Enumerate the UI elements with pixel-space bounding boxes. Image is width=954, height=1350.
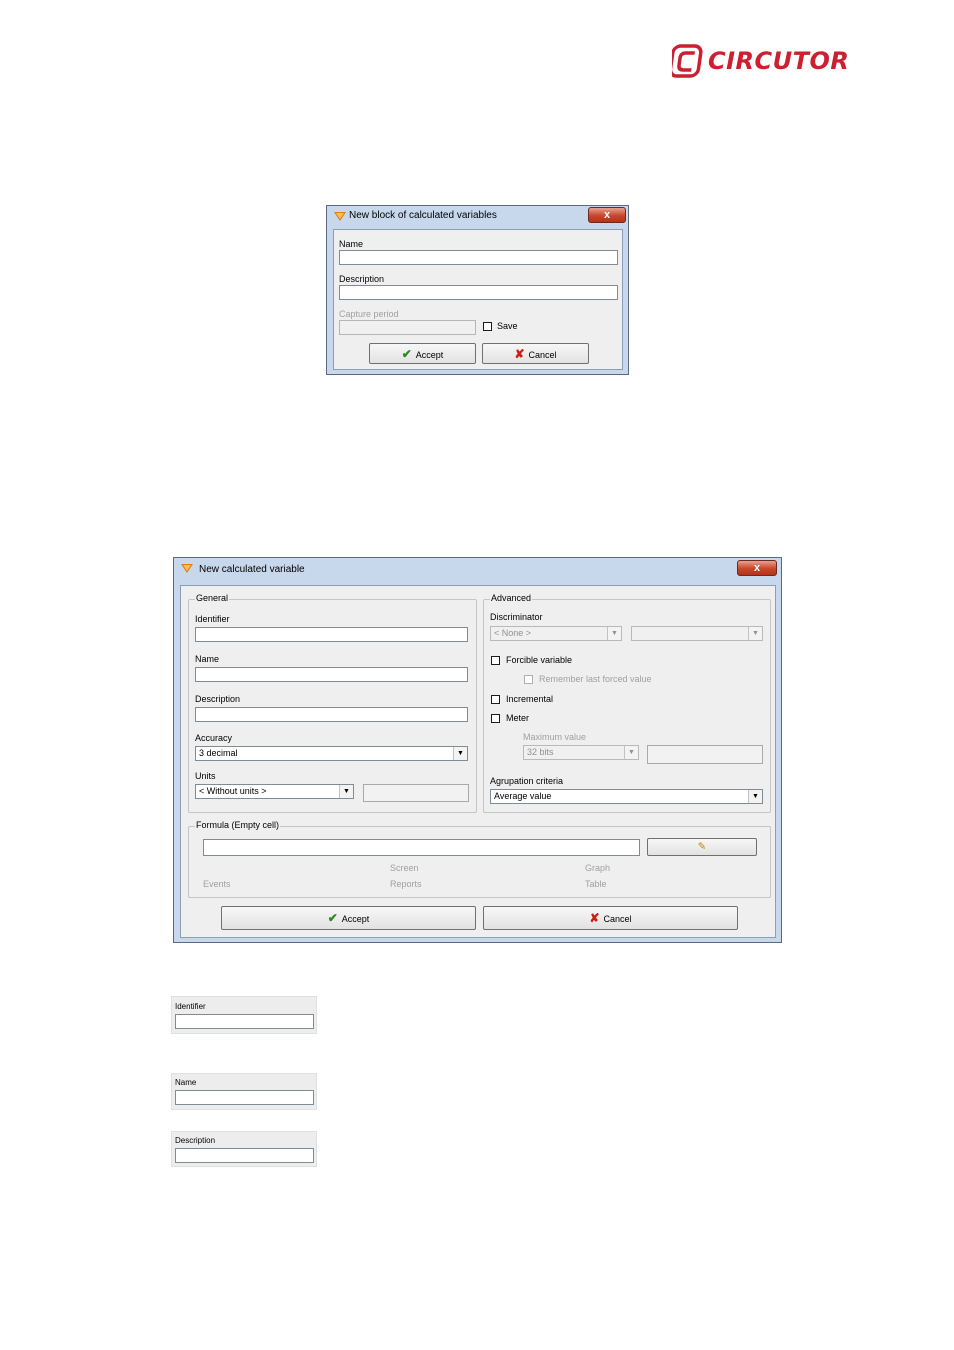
remember-forced-label: Remember last forced value (539, 674, 652, 684)
identifier-label: Identifier (195, 614, 230, 624)
cancel-button[interactable]: ✘ Cancel (482, 343, 589, 364)
cancel-label: Cancel (603, 914, 632, 924)
checkmark-icon: ✔ (401, 346, 412, 361)
cross-icon: ✘ (514, 346, 525, 361)
description-label: Description (175, 1136, 216, 1145)
name-input[interactable] (175, 1090, 314, 1105)
name-input[interactable] (195, 667, 468, 682)
maximum-value-input[interactable] (647, 745, 763, 764)
close-button[interactable]: x (588, 207, 626, 223)
units-value: < Without units > (199, 786, 267, 796)
discriminator-value: < None > (494, 628, 532, 638)
description-label: Description (339, 274, 385, 284)
discriminator-secondary-select[interactable]: ▼ (631, 626, 763, 641)
description-field-snippet: Description (171, 1131, 317, 1167)
chevron-down-icon[interactable]: ▼ (748, 790, 762, 803)
dialog-titlebar: New block of calculated variables x (327, 206, 628, 228)
meter-label: Meter (506, 713, 530, 723)
cancel-label: Cancel (528, 349, 557, 360)
capture-period-label: Capture period (339, 309, 399, 319)
name-label: Name (195, 654, 220, 664)
new-block-dialog: New block of calculated variables x Name… (326, 205, 629, 375)
formula-link-reports[interactable]: Reports (390, 879, 422, 889)
maximum-value-value: 32 bits (527, 747, 554, 757)
description-input[interactable] (339, 285, 618, 300)
cross-icon: ✘ (589, 911, 600, 925)
meter-checkbox[interactable] (491, 714, 500, 723)
name-label: Name (339, 239, 364, 249)
units-custom-input[interactable] (363, 784, 469, 802)
circutor-logo-icon (668, 44, 703, 78)
accept-label: Accept (415, 349, 444, 360)
dialog-title: New block of calculated variables (349, 210, 497, 221)
description-input[interactable] (175, 1148, 314, 1163)
description-input[interactable] (195, 707, 468, 722)
general-group: General Identifier Name Description Accu… (188, 593, 477, 813)
close-button[interactable]: x (737, 560, 777, 576)
formula-group: Formula (Empty cell) ✎ Screen Graph Even… (188, 820, 771, 898)
accuracy-value: 3 decimal (199, 748, 238, 758)
advanced-legend: Advanced (490, 593, 533, 603)
accept-button[interactable]: ✔ Accept (369, 343, 476, 364)
formula-editor-button[interactable]: ✎ (647, 838, 757, 856)
save-label: Save (497, 321, 518, 331)
chevron-down-icon[interactable]: ▼ (607, 627, 621, 640)
formula-input[interactable] (203, 839, 640, 856)
formula-legend: Formula (Empty cell) (195, 820, 281, 830)
discriminator-select[interactable]: < None > ▼ (490, 626, 622, 641)
incremental-checkbox[interactable] (491, 695, 500, 704)
identifier-field-snippet: Identifier (171, 996, 317, 1034)
chevron-down-icon[interactable]: ▼ (748, 627, 762, 640)
capture-period-input[interactable] (339, 320, 476, 335)
accept-label: Accept (341, 914, 370, 924)
units-label: Units (195, 771, 216, 781)
accept-button[interactable]: ✔ Accept (221, 906, 476, 930)
formula-link-graph[interactable]: Graph (585, 863, 610, 873)
cancel-button[interactable]: ✘ Cancel (483, 906, 738, 930)
name-field-snippet: Name (171, 1073, 317, 1110)
general-legend: General (195, 593, 230, 603)
circutor-logo: CIRCUTOR (668, 44, 849, 80)
dialog-client-area: General Identifier Name Description Accu… (180, 585, 776, 938)
formula-link-screen[interactable]: Screen (390, 863, 419, 873)
forcible-variable-label: Forcible variable (506, 655, 573, 665)
dialog-client-area: Name Description Capture period Save ✔ Ac… (333, 229, 623, 370)
units-select[interactable]: < Without units > ▼ (195, 784, 354, 799)
forcible-variable-checkbox[interactable] (491, 656, 500, 665)
dialog-title: New calculated variable (199, 564, 305, 575)
remember-forced-checkbox[interactable] (524, 675, 533, 684)
maximum-value-label: Maximum value (523, 732, 587, 742)
identifier-input[interactable] (195, 627, 468, 642)
name-input[interactable] (339, 250, 618, 265)
app-icon (334, 212, 346, 221)
chevron-down-icon[interactable]: ▼ (453, 747, 467, 760)
name-label: Name (175, 1078, 197, 1087)
identifier-label: Identifier (175, 1002, 206, 1011)
new-calculated-variable-dialog: New calculated variable x General Identi… (173, 557, 782, 943)
description-label: Description (195, 694, 241, 704)
advanced-group: Advanced Discriminator < None > ▼ ▼ Forc… (483, 593, 771, 813)
accuracy-select[interactable]: 3 decimal ▼ (195, 746, 468, 761)
app-icon (181, 564, 193, 573)
chevron-down-icon[interactable]: ▼ (339, 785, 353, 798)
save-checkbox[interactable] (483, 322, 492, 331)
agrupation-criteria-label: Agrupation criteria (490, 776, 564, 786)
agrupation-criteria-select[interactable]: Average value ▼ (490, 789, 763, 804)
agrupation-criteria-value: Average value (494, 791, 552, 801)
dialog-titlebar: New calculated variable x (174, 558, 781, 580)
pencil-icon: ✎ (697, 841, 707, 853)
formula-link-events[interactable]: Events (203, 879, 231, 889)
accuracy-label: Accuracy (195, 733, 233, 743)
formula-link-table[interactable]: Table (585, 879, 607, 889)
checkmark-icon: ✔ (327, 911, 338, 925)
discriminator-label: Discriminator (490, 612, 543, 622)
chevron-down-icon[interactable]: ▼ (624, 746, 638, 759)
incremental-label: Incremental (506, 694, 554, 704)
identifier-input[interactable] (175, 1014, 314, 1029)
circutor-logo-text: CIRCUTOR (708, 47, 850, 75)
maximum-value-select[interactable]: 32 bits ▼ (523, 745, 639, 760)
